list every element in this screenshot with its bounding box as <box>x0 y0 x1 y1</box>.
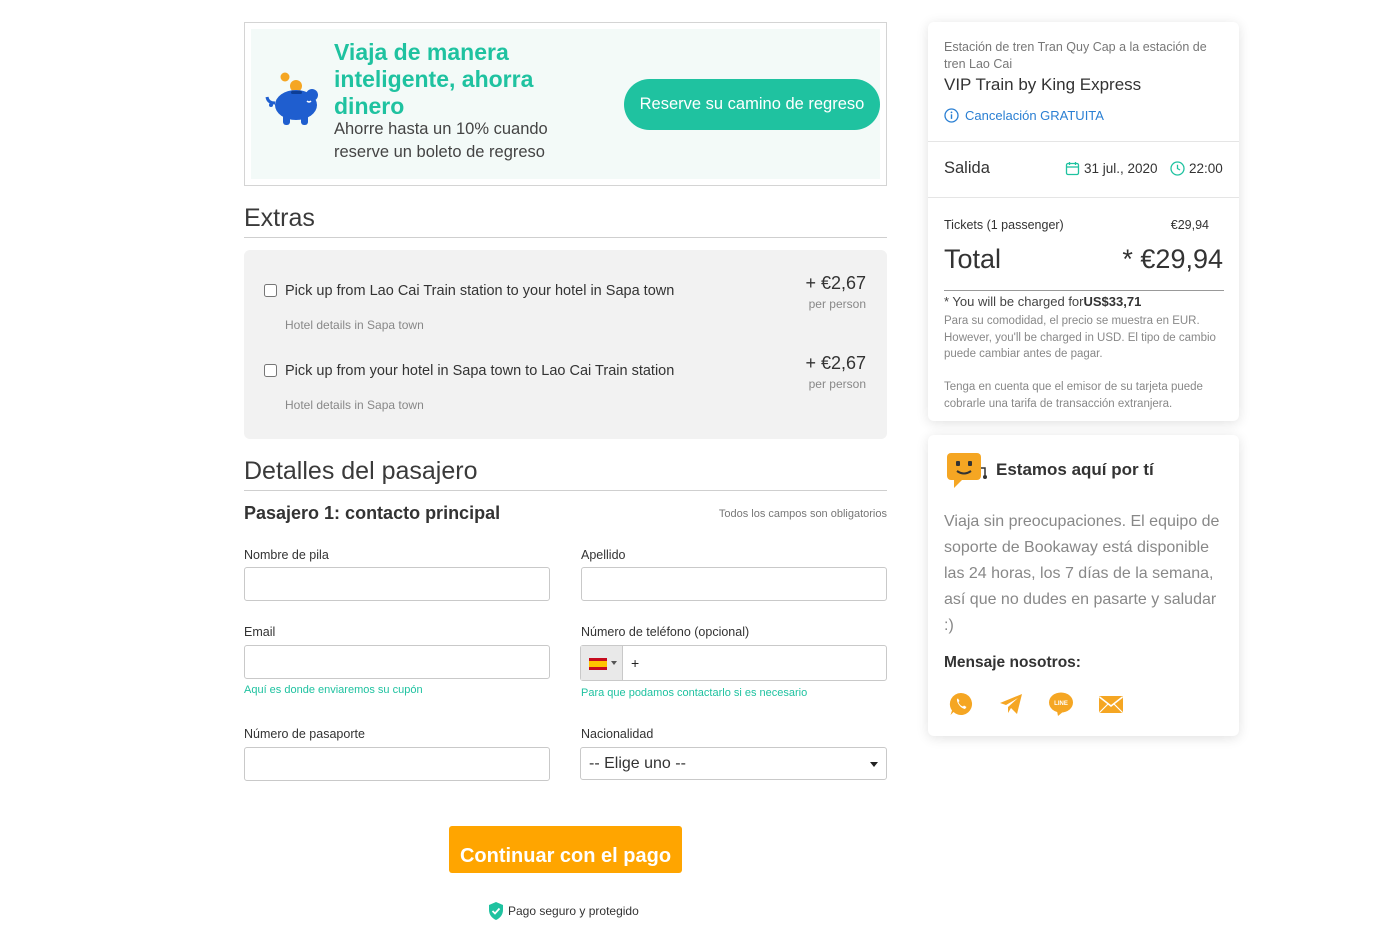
passenger-title: Pasajero 1: contacto principal <box>244 503 501 523</box>
nationality-label: Nacionalidad <box>581 727 654 741</box>
support-title: Estamos aquí por tí <box>996 460 1154 479</box>
extra-checkbox-pickup-hotel[interactable] <box>264 364 277 377</box>
reserve-return-button[interactable]: Reserve su camino de regreso <box>624 79 880 130</box>
extra-label: Pick up from Lao Cai Train station to yo… <box>285 283 675 299</box>
email-input[interactable] <box>244 645 550 679</box>
telegram-icon[interactable] <box>998 691 1024 717</box>
extra-per-person: per person <box>808 297 866 311</box>
divider <box>928 197 1239 198</box>
currency-note: Para su comodidad, el precio se muestra … <box>944 315 1216 360</box>
first-name-label: Nombre de pila <box>244 548 329 562</box>
required-note: Todos los campos son obligatorios <box>718 508 887 520</box>
spain-flag-icon <box>589 658 607 670</box>
nationality-value: -- Elige uno -- <box>589 755 686 772</box>
last-name-input[interactable] <box>581 567 887 601</box>
time-text: 22:00 <box>1189 161 1223 176</box>
booking-summary-card: Estación de tren Tran Quy Cap a la estac… <box>928 22 1239 421</box>
hotel-details-link[interactable]: Hotel details in Sapa town <box>285 398 424 412</box>
extra-item: Pick up from Lao Cai Train station to yo… <box>244 250 887 332</box>
support-card: Estamos aquí por tí Viaja sin preocupaci… <box>928 435 1239 736</box>
calendar-icon <box>1065 162 1080 176</box>
usd-charge-note: * You will be charged forUS$33,71 <box>944 294 1141 309</box>
promo-subtitle: Ahorre hasta un 10% cuando reserve un bo… <box>334 120 548 161</box>
whatsapp-icon[interactable] <box>948 691 974 717</box>
passport-label: Número de pasaporte <box>244 727 365 741</box>
return-trip-promo: Viaja de manera inteligente, ahorra dine… <box>244 22 887 186</box>
nationality-select[interactable]: -- Elige uno -- <box>580 747 887 780</box>
extra-price: + €2,67 <box>805 273 866 293</box>
tickets-price: €29,94 <box>1170 218 1209 232</box>
charged-amount: US$33,71 <box>1083 294 1142 309</box>
clock-icon <box>1170 161 1185 176</box>
email-icon[interactable] <box>1098 691 1124 717</box>
shield-check-icon <box>489 902 503 920</box>
support-agent-icon <box>947 453 987 488</box>
support-text: Viaja sin preocupaciones. El equipo de s… <box>944 513 1220 634</box>
info-icon <box>944 108 959 123</box>
extras-heading: Extras <box>244 204 315 232</box>
date-text: 31 jul., 2020 <box>1084 161 1158 176</box>
divider <box>244 237 887 238</box>
extras-list: Pick up from Lao Cai Train station to yo… <box>244 250 887 439</box>
extra-price: + €2,67 <box>805 353 866 373</box>
departure-time: 22:00 <box>1170 161 1223 176</box>
departure-date: 31 jul., 2020 <box>1065 161 1158 176</box>
cancellation-text: Cancelación GRATUITA <box>965 108 1104 123</box>
free-cancellation-link[interactable]: Cancelación GRATUITA <box>944 108 1104 123</box>
departure-label: Salida <box>944 159 990 177</box>
line-icon[interactable]: LINE <box>1048 691 1074 717</box>
line-icon-text: LINE <box>1054 701 1068 707</box>
divider <box>928 141 1239 142</box>
tickets-label: Tickets (1 passenger) <box>944 218 1064 232</box>
message-us-label: Mensaje nosotros: <box>944 654 1081 671</box>
extra-checkbox-pickup-station[interactable] <box>264 284 277 297</box>
total-value: * €29,94 <box>1122 244 1223 274</box>
continue-to-payment-button[interactable]: Continuar con el pago <box>449 826 682 873</box>
contact-channels: LINE <box>948 691 1124 717</box>
total-label: Total <box>944 244 1002 274</box>
promo-title: Viaja de manera inteligente, ahorra dine… <box>334 39 534 119</box>
secure-payment-text: Pago seguro y protegido <box>508 904 639 918</box>
promo-inner: Viaja de manera inteligente, ahorra dine… <box>251 29 880 179</box>
email-label: Email <box>244 625 276 639</box>
extra-item: Pick up from your hotel in Sapa town to … <box>244 330 887 412</box>
chevron-down-icon <box>611 661 617 665</box>
piggy-bank-icon <box>265 72 318 125</box>
first-name-input[interactable] <box>244 567 550 601</box>
email-help: Aquí es donde enviaremos su cupón <box>244 684 423 696</box>
operator-name: VIP Train by King Express <box>944 75 1142 94</box>
caret-down-icon <box>870 762 878 767</box>
charged-prefix: * You will be charged for <box>944 294 1084 309</box>
country-code-dropdown[interactable] <box>581 646 623 680</box>
divider <box>944 290 1224 291</box>
extra-label: Pick up from your hotel in Sapa town to … <box>285 363 675 379</box>
foreign-fee-note: Tenga en cuenta que el emisor de su tarj… <box>944 381 1203 410</box>
extra-per-person: per person <box>808 377 866 391</box>
divider <box>244 490 887 491</box>
passport-input[interactable] <box>244 747 550 781</box>
phone-prefix: + <box>631 655 640 671</box>
phone-help: Para que podamos contactarlo si es neces… <box>581 687 808 699</box>
phone-label: Número de teléfono (opcional) <box>581 625 750 639</box>
last-name-label: Apellido <box>581 548 626 562</box>
route-text: Estación de tren Tran Quy Cap a la estac… <box>944 40 1207 71</box>
phone-input[interactable]: + <box>580 645 887 681</box>
secure-payment-badge: Pago seguro y protegido <box>487 901 639 921</box>
passenger-heading: Detalles del pasajero <box>244 457 478 485</box>
